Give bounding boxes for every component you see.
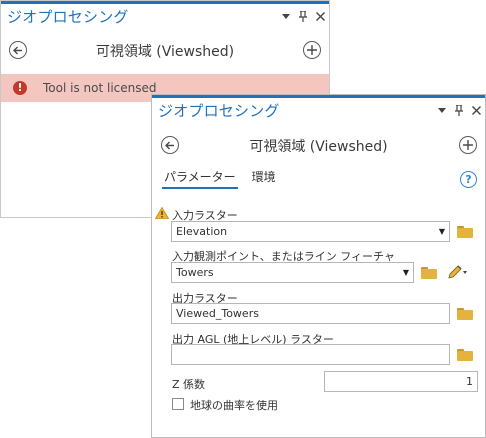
z-factor-label: Z 係数	[172, 378, 206, 391]
input-raster-value: Elevation	[176, 225, 228, 238]
browse-folder-icon[interactable]	[457, 307, 473, 320]
help-icon[interactable]: ?	[460, 171, 477, 188]
add-tool-button[interactable]	[459, 136, 477, 154]
z-factor-value: 1	[466, 375, 473, 388]
output-agl-input[interactable]	[171, 344, 450, 365]
tool-title: 可視領域 (Viewshed)	[249, 139, 388, 155]
output-raster-input[interactable]: Viewed_Towers	[171, 303, 450, 324]
pane-title: ジオプロセシング	[7, 8, 129, 26]
input-raster-dropdown[interactable]: Elevation ▼	[171, 221, 450, 242]
close-icon[interactable]	[315, 10, 325, 22]
observer-features-dropdown[interactable]: Towers ▼	[171, 262, 414, 283]
tab-environments[interactable]: 環境	[250, 167, 278, 189]
pane-titlebar: ジオプロセシング	[152, 98, 485, 122]
tab-strip: パラメーター 環境	[162, 167, 278, 191]
observer-features-value: Towers	[176, 266, 214, 279]
pane-title: ジオプロセシング	[158, 102, 280, 120]
output-raster-value: Viewed_Towers	[176, 307, 259, 320]
close-icon[interactable]	[471, 104, 481, 116]
options-dropdown-icon[interactable]	[437, 104, 447, 116]
browse-folder-icon[interactable]	[457, 348, 473, 361]
error-icon: !	[13, 81, 27, 95]
curvature-checkbox[interactable]	[172, 398, 184, 410]
pin-icon[interactable]	[454, 104, 464, 116]
browse-folder-icon[interactable]	[421, 266, 437, 279]
plus-icon	[307, 45, 317, 55]
curvature-label: 地球の曲率を使用	[190, 399, 278, 412]
warning-icon	[155, 207, 169, 219]
pin-icon[interactable]	[298, 10, 308, 22]
chevron-down-icon: ▼	[438, 227, 445, 236]
edit-features-icon[interactable]	[446, 264, 470, 280]
chevron-down-icon: ▼	[402, 268, 409, 277]
tool-header: 可視領域 (Viewshed)	[1, 36, 329, 64]
add-tool-button[interactable]	[303, 41, 321, 59]
browse-folder-icon[interactable]	[457, 225, 473, 238]
plus-icon	[463, 140, 473, 150]
error-message: Tool is not licensed	[43, 81, 157, 95]
options-dropdown-icon[interactable]	[281, 10, 291, 22]
z-factor-input[interactable]: 1	[324, 371, 478, 392]
tool-header: 可視領域 (Viewshed)	[152, 131, 485, 159]
tab-parameters[interactable]: パラメーター	[162, 167, 238, 189]
pane-titlebar: ジオプロセシング	[1, 4, 329, 28]
tool-title: 可視領域 (Viewshed)	[95, 44, 235, 60]
geoprocessing-pane-front: ジオプロセシング 可視領域 (Viewshed) パラメーター 環境 ? 入力ラ…	[151, 94, 486, 438]
